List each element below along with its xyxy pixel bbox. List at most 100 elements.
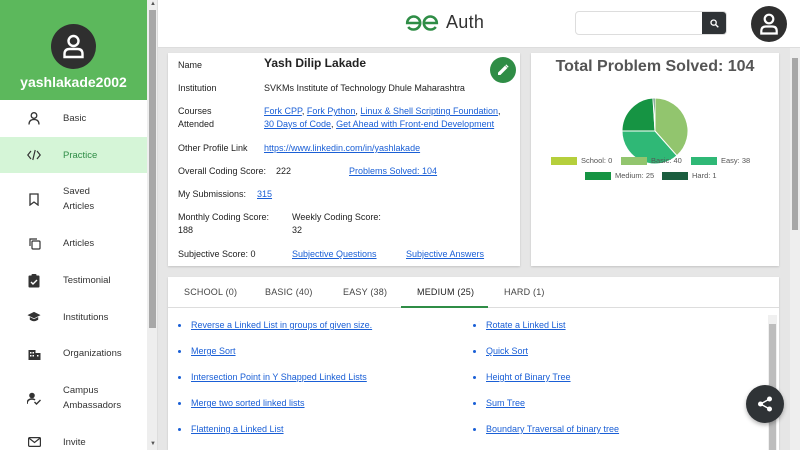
problem-link[interactable]: Merge two sorted linked lists — [191, 398, 305, 408]
sidebar-item-invite[interactable]: Invite — [0, 424, 147, 450]
person-check-icon — [27, 391, 41, 405]
sidebar-item-campus-ambassadors[interactable]: Campus Ambassadors — [0, 372, 147, 424]
problem-link[interactable]: Merge Sort — [191, 346, 236, 356]
list-bullet — [473, 324, 476, 327]
course-link[interactable]: Fork Python — [307, 106, 356, 116]
sidebar-header: yashlakade2002 — [0, 0, 147, 100]
tab-medium[interactable]: MEDIUM (25) — [417, 287, 474, 297]
subjective-answers-link[interactable]: Subjective Answers — [406, 248, 484, 261]
building-icon — [27, 347, 41, 361]
sidebar-item-label: Invite — [63, 436, 86, 448]
sidebar: yashlakade2002 Basic Practice Saved Arti… — [0, 0, 147, 450]
chart-title: Total Problem Solved: 104 — [555, 58, 755, 75]
legend-swatch — [691, 156, 717, 165]
problems-chart-card: Total Problem Solved: 104 School: 0 Basi… — [531, 53, 779, 266]
sidebar-item-testimonial[interactable]: Testimonial — [0, 262, 147, 299]
share-button[interactable] — [746, 385, 784, 423]
list-bullet — [473, 376, 476, 379]
problems-scrollbar[interactable] — [768, 315, 777, 450]
overall-score-value: 222 — [276, 166, 292, 176]
subjective-questions-link[interactable]: Subjective Questions — [292, 248, 377, 261]
weekly-score-value: 32 — [292, 225, 303, 235]
name-label: Name — [178, 60, 203, 70]
overall-score-label: Overall Coding Score: — [178, 166, 267, 176]
scrollbar-thumb[interactable] — [792, 58, 798, 230]
legend-item-basic: Basic: 40 — [621, 156, 682, 165]
problems-solved-link[interactable]: Problems Solved: 104 — [349, 165, 437, 178]
submissions-link[interactable]: 315 — [257, 188, 272, 201]
sidebar-item-practice[interactable]: Practice — [0, 137, 147, 173]
tab-school[interactable]: SCHOOL (0) — [184, 287, 237, 297]
submissions-label: My Submissions: — [178, 189, 247, 199]
legend-label: Hard: 1 — [692, 171, 717, 180]
list-bullet — [178, 376, 181, 379]
legend-swatch — [551, 156, 577, 165]
bookmark-icon — [27, 192, 41, 206]
course-link[interactable]: Get Ahead with Front-end Development — [336, 119, 494, 129]
copy-icon — [27, 237, 41, 251]
problem-link[interactable]: Intersection Point in Y Shapped Linked L… — [191, 372, 367, 382]
school-icon — [27, 310, 41, 324]
sidebar-item-articles[interactable]: Articles — [0, 225, 147, 262]
problem-link[interactable]: Sum Tree — [486, 398, 525, 408]
search-button[interactable] — [702, 12, 726, 34]
linkedin-link[interactable]: https://www.linkedin.com/in/yashlakade — [264, 142, 420, 155]
courses-list-2: 30 Days of Code, Get Ahead with Front-en… — [264, 119, 495, 129]
edit-profile-button[interactable] — [490, 57, 516, 83]
sidebar-item-label: Organizations — [63, 348, 122, 359]
search-input[interactable] — [576, 12, 701, 34]
sidebar-item-basic[interactable]: Basic — [0, 100, 147, 137]
problem-link[interactable]: Boundary Traversal of binary tree — [486, 424, 619, 434]
logo-text: Auth — [446, 12, 485, 32]
weekly-score-label: Weekly Coding Score: — [292, 212, 381, 222]
problem-link[interactable]: Flattening a Linked List — [191, 424, 284, 434]
problem-link[interactable]: Height of Binary Tree — [486, 372, 571, 382]
sidebar-item-label: Institutions — [63, 311, 109, 323]
sidebar-item-institutions[interactable]: Institutions — [0, 299, 147, 335]
profile-name: Yash Dilip Lakade — [264, 56, 367, 70]
share-icon — [758, 396, 772, 412]
mail-icon — [27, 435, 41, 449]
scroll-down-arrow-icon[interactable]: ▼ — [150, 441, 156, 447]
problem-link[interactable]: Rotate a Linked List — [486, 320, 566, 330]
list-bullet — [178, 402, 181, 405]
logo[interactable]: Auth — [404, 12, 484, 33]
legend-item-school: School: 0 — [551, 156, 612, 165]
sidebar-scrollbar[interactable]: ▲ ▼ — [147, 0, 158, 450]
courses-label: Courses — [178, 106, 212, 116]
course-link[interactable]: Fork CPP — [264, 106, 302, 116]
legend-item-easy: Easy: 38 — [691, 156, 750, 165]
avatar[interactable] — [51, 24, 96, 69]
pie-slice-medium[interactable] — [621, 97, 656, 132]
monthly-score-value: 188 — [178, 225, 194, 235]
username: yashlakade2002 — [20, 74, 127, 90]
legend-label: Easy: 38 — [721, 156, 751, 165]
person-icon — [27, 112, 41, 126]
search-box — [575, 11, 727, 35]
profile-card: Name Yash Dilip Lakade Institution SVKMs… — [168, 53, 520, 266]
tab-basic[interactable]: BASIC (40) — [265, 287, 313, 297]
legend-swatch — [585, 171, 611, 180]
profile-avatar[interactable] — [751, 6, 787, 42]
sidebar-item-organizations[interactable]: Organizations — [0, 335, 147, 372]
sidebar-item-label: Articles — [63, 238, 95, 249]
tab-hard[interactable]: HARD (1) — [504, 287, 545, 297]
course-link[interactable]: 30 Days of Code — [264, 119, 331, 129]
list-bullet — [178, 324, 181, 327]
tab-easy[interactable]: EASY (38) — [343, 287, 387, 297]
legend-item-medium: Medium: 25 — [585, 171, 654, 180]
course-link[interactable]: Linux & Shell Scripting Foundation — [360, 106, 498, 116]
pie-chart — [621, 97, 689, 165]
page-scrollbar[interactable] — [790, 48, 800, 450]
pencil-icon — [498, 64, 509, 75]
courses-list: Fork CPP, Fork Python, Linux & Shell Scr… — [264, 106, 501, 116]
sidebar-item-saved-articles[interactable]: Saved Articles — [0, 173, 147, 225]
list-bullet — [473, 428, 476, 431]
scroll-up-arrow-icon[interactable]: ▲ — [150, 1, 156, 7]
problem-link[interactable]: Reverse a Linked List in groups of given… — [191, 320, 372, 330]
problem-link[interactable]: Quick Sort — [486, 346, 528, 356]
scrollbar-thumb[interactable] — [149, 10, 156, 328]
legend-swatch — [662, 171, 688, 180]
institution-label: Institution — [178, 83, 217, 93]
header: Auth — [158, 0, 800, 48]
